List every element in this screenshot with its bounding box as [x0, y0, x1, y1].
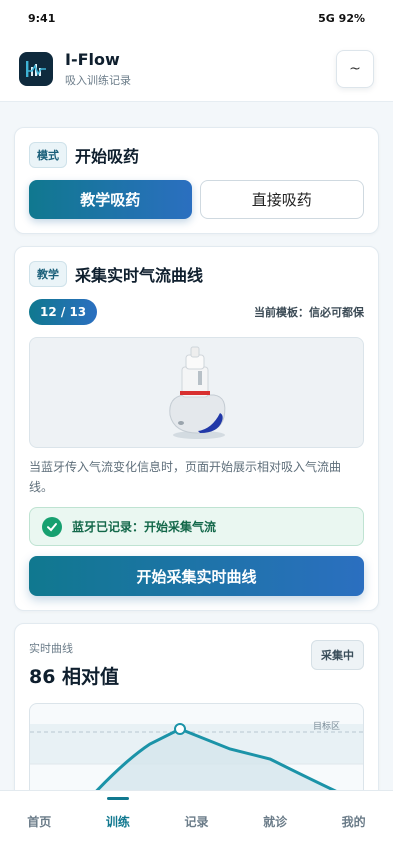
teach-card: 教学 采集实时气流曲线 12 / 13 当前模板：信必可都保 当蓝牙传入气流变化… — [14, 246, 379, 611]
mode-tag: 模式 — [29, 142, 67, 168]
nav-active-indicator — [106, 796, 129, 800]
template-label: 当前模板：信必可都保 — [254, 306, 364, 319]
nav-home[interactable]: 首页 — [0, 791, 79, 852]
nav-visits[interactable]: 就诊 — [236, 791, 315, 852]
app-title: I-Flow — [65, 49, 120, 69]
curve-value: 86 相对值 — [29, 666, 120, 688]
mode-segmented-control: 教学吸药 直接吸药 — [29, 180, 364, 219]
app-header: I-Flow 吸入训练记录 ~ — [0, 36, 393, 102]
check-icon — [42, 516, 62, 537]
bottom-nav: 首页 训练 记录 就诊 我的 — [0, 790, 393, 852]
curve-peak-marker — [174, 723, 186, 735]
target-zone-label: 目标区 — [313, 720, 340, 732]
nav-home-label: 首页 — [27, 815, 52, 829]
nav-training[interactable]: 训练 — [79, 791, 158, 852]
mode-card: 模式 开始吸药 教学吸药 直接吸药 — [14, 127, 379, 234]
curve-card: 实时曲线 86 相对值 采集中 目标区 — [14, 623, 379, 790]
realtime-curve-chart: 目标区 — [29, 703, 364, 790]
nav-profile-label: 我的 — [341, 815, 366, 829]
step-progress-badge: 12 / 13 — [29, 299, 98, 325]
status-time: 9:41 — [28, 11, 56, 25]
menu-button[interactable]: ~ — [336, 49, 374, 88]
capture-status-badge: 采集中 — [311, 640, 364, 670]
nav-profile[interactable]: 我的 — [314, 791, 393, 852]
teach-title: 采集实时气流曲线 — [75, 266, 204, 285]
start-capture-button[interactable]: 开始采集实时曲线 — [29, 556, 364, 596]
waveform-icon — [26, 60, 46, 77]
nav-records-label: 记录 — [184, 815, 209, 829]
inhaler-image — [29, 337, 364, 448]
mode-option-direct[interactable]: 直接吸药 — [199, 180, 364, 219]
mode-title: 开始吸药 — [75, 147, 140, 166]
curve-svg: 目标区 — [30, 720, 363, 790]
inhaler-device-icon — [168, 346, 225, 439]
main-content: 模式 开始吸药 教学吸药 直接吸药 教学 采集实时气流曲线 12 / 13 当前… — [0, 102, 393, 790]
nav-visits-label: 就诊 — [263, 815, 288, 829]
mode-option-teach[interactable]: 教学吸药 — [29, 180, 192, 219]
curve-label: 实时曲线 — [29, 642, 73, 655]
nav-records[interactable]: 记录 — [157, 791, 236, 852]
bluetooth-notice-text: 蓝牙已记录：开始采集气流 — [72, 520, 217, 534]
instruction-text: 当蓝牙传入气流变化信息时，页面开始展示相对吸入气流曲线。 — [29, 460, 342, 494]
app-logo — [19, 51, 53, 86]
bluetooth-notice: 蓝牙已记录：开始采集气流 — [29, 507, 364, 546]
app-subtitle: 吸入训练记录 — [65, 73, 131, 87]
teach-tag: 教学 — [29, 261, 67, 287]
status-bar: 9:41 5G 92% — [0, 0, 393, 36]
nav-training-label: 训练 — [105, 815, 130, 829]
status-signal: 5G 92% — [318, 11, 365, 25]
tilde-icon: ~ — [349, 60, 361, 77]
